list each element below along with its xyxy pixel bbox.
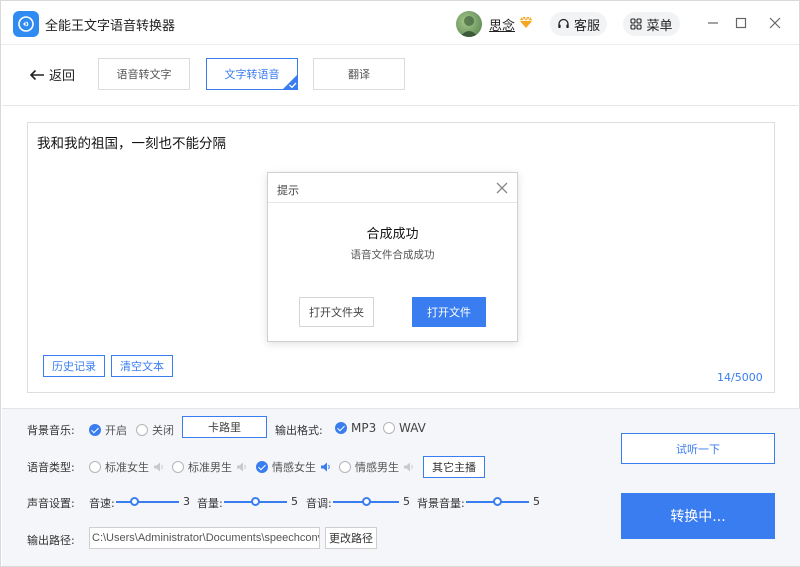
radio-label: 关闭 bbox=[152, 424, 174, 437]
voice-type-label: 语音类型: bbox=[27, 461, 75, 474]
maximize-icon bbox=[735, 17, 747, 29]
format-mp3-radio[interactable]: MP3 bbox=[335, 421, 376, 435]
radio-unchecked-icon bbox=[136, 424, 148, 436]
radio-label: 情感女生 bbox=[272, 461, 316, 474]
pitch-label: 音调: bbox=[306, 497, 332, 510]
sound-settings-label: 声音设置: bbox=[27, 497, 75, 510]
maximize-button[interactable] bbox=[731, 13, 751, 33]
grid-icon bbox=[630, 18, 643, 30]
tab-translate[interactable]: 翻译 bbox=[313, 58, 405, 90]
radio-checked-icon bbox=[89, 424, 101, 436]
radio-label: 情感男生 bbox=[355, 461, 399, 474]
minimize-icon bbox=[708, 22, 718, 24]
radio-unchecked-icon bbox=[383, 422, 395, 434]
username-link[interactable]: 思念 bbox=[489, 15, 515, 34]
selected-check-icon bbox=[282, 74, 298, 90]
app-window: 全能王文字语音转换器 思念 客服 菜单 返回 语音转文字 文字转语音 翻译 我和… bbox=[0, 0, 800, 567]
speed-slider[interactable] bbox=[116, 497, 179, 506]
app-title: 全能王文字语音转换器 bbox=[45, 19, 176, 34]
dialog-header: 提示 bbox=[268, 173, 517, 203]
radio-label: MP3 bbox=[351, 421, 377, 435]
convert-button[interactable]: 转换中... bbox=[621, 493, 775, 539]
history-button[interactable]: 历史记录 bbox=[43, 355, 105, 377]
radio-label: WAV bbox=[399, 421, 426, 435]
app-logo-icon bbox=[13, 11, 39, 37]
voice-standard-female-radio[interactable]: 标准女生 bbox=[89, 459, 165, 475]
speaker-icon[interactable] bbox=[153, 462, 165, 472]
bg-volume-label: 背景音量: bbox=[417, 497, 465, 510]
try-listen-button[interactable]: 试听一下 bbox=[621, 433, 775, 464]
close-icon bbox=[769, 17, 781, 29]
bg-volume-slider[interactable] bbox=[466, 497, 529, 506]
radio-label: 标准男生 bbox=[188, 461, 232, 474]
bgm-label: 背景音乐: bbox=[27, 424, 75, 437]
customer-service-button[interactable]: 客服 bbox=[550, 12, 607, 36]
bgm-off-radio[interactable]: 关闭 bbox=[136, 422, 174, 438]
radio-checked-icon bbox=[335, 422, 347, 434]
slider-handle[interactable] bbox=[493, 497, 502, 506]
tab-text-to-speech[interactable]: 文字转语音 bbox=[206, 58, 298, 90]
dialog-title: 提示 bbox=[277, 184, 299, 197]
back-button[interactable]: 返回 bbox=[29, 65, 75, 84]
speaker-icon[interactable] bbox=[236, 462, 248, 472]
pitch-value: 5 bbox=[403, 495, 410, 508]
format-label: 输出格式: bbox=[275, 424, 323, 437]
radio-unchecked-icon bbox=[339, 461, 351, 473]
speaker-icon[interactable] bbox=[320, 462, 332, 472]
dialog-heading: 合成成功 bbox=[366, 227, 419, 242]
radio-unchecked-icon bbox=[89, 461, 101, 473]
volume-label: 音量: bbox=[197, 497, 223, 510]
tab-speech-to-text[interactable]: 语音转文字 bbox=[98, 58, 190, 90]
customer-service-label: 客服 bbox=[573, 18, 600, 34]
slider-handle[interactable] bbox=[251, 497, 260, 506]
close-window-button[interactable] bbox=[765, 13, 785, 33]
radio-checked-icon bbox=[256, 461, 268, 473]
headset-icon bbox=[558, 18, 569, 28]
avatar[interactable] bbox=[456, 11, 482, 37]
radio-label: 标准女生 bbox=[105, 461, 149, 474]
tab-label: 翻译 bbox=[348, 68, 370, 81]
dialog-close-icon[interactable] bbox=[495, 181, 509, 195]
arrow-left-icon bbox=[29, 69, 44, 80]
other-anchors-button[interactable]: 其它主播 bbox=[423, 456, 485, 478]
bgm-track-select[interactable]: 卡路里 bbox=[182, 416, 267, 438]
speed-label: 音速: bbox=[89, 497, 115, 510]
voice-standard-male-radio[interactable]: 标准男生 bbox=[172, 459, 248, 475]
output-path-label: 输出路径: bbox=[27, 534, 75, 547]
menu-button[interactable]: 菜单 bbox=[623, 12, 680, 36]
char-count: 14/5000 bbox=[717, 371, 763, 384]
speed-value: 3 bbox=[183, 495, 190, 508]
bgm-on-radio[interactable]: 开启 bbox=[89, 422, 127, 438]
open-file-button[interactable]: 打开文件 bbox=[412, 297, 486, 327]
dialog-message: 语音文件合成成功 bbox=[350, 249, 435, 261]
output-path-input[interactable]: C:\Users\Administrator\Documents\speechc… bbox=[89, 527, 320, 549]
format-wav-radio[interactable]: WAV bbox=[383, 421, 426, 435]
volume-slider[interactable] bbox=[224, 497, 287, 506]
voice-emotional-female-radio[interactable]: 情感女生 bbox=[256, 459, 332, 475]
change-path-button[interactable]: 更改路径 bbox=[325, 527, 377, 549]
radio-label: 开启 bbox=[105, 424, 127, 437]
divider bbox=[2, 105, 800, 106]
speaker-icon[interactable] bbox=[403, 462, 415, 472]
input-text[interactable]: 我和我的祖国，一刻也不能分隔 bbox=[37, 132, 226, 152]
tab-label: 语音转文字 bbox=[116, 68, 172, 81]
volume-value: 5 bbox=[291, 495, 298, 508]
open-folder-button[interactable]: 打开文件夹 bbox=[299, 297, 374, 327]
success-dialog: 提示 合成成功 语音文件合成成功 打开文件夹 打开文件 bbox=[267, 172, 518, 342]
pitch-slider[interactable] bbox=[333, 497, 399, 506]
bg-volume-value: 5 bbox=[533, 495, 540, 508]
back-label: 返回 bbox=[49, 69, 76, 84]
tab-label: 文字转语音 bbox=[224, 68, 280, 81]
vip-diamond-icon bbox=[519, 16, 533, 28]
radio-unchecked-icon bbox=[172, 461, 184, 473]
title-bar: 全能王文字语音转换器 思念 客服 菜单 bbox=[1, 1, 799, 45]
clear-text-button[interactable]: 清空文本 bbox=[111, 355, 173, 377]
slider-handle[interactable] bbox=[361, 497, 371, 506]
voice-emotional-male-radio[interactable]: 情感男生 bbox=[339, 459, 415, 475]
minimize-button[interactable] bbox=[703, 13, 723, 33]
menu-label: 菜单 bbox=[646, 18, 673, 34]
